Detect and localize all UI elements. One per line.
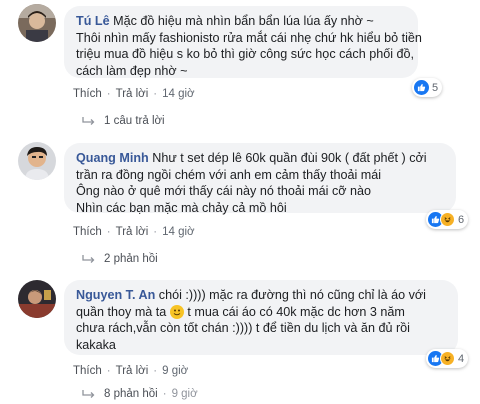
comment-text: quần thoy mà ta: [76, 304, 167, 319]
comment-bubble: Nguyen T. An chói :)))) mặc ra đường thì…: [64, 280, 458, 355]
comment-author[interactable]: Quang Minh: [76, 151, 149, 165]
comment-author[interactable]: Nguyen T. An: [76, 288, 155, 302]
comment-text: kakaka: [76, 337, 116, 352]
comment-text: trần ra đồng ngồi chém với anh em cảm th…: [76, 167, 382, 182]
view-replies-link[interactable]: 2 phản hồi: [82, 253, 158, 265]
comment-text: t mua cái áo có 40k mặc dc hơn 3 năm: [187, 304, 405, 319]
replies-count: 2 phản hồi: [104, 253, 158, 265]
view-replies-link[interactable]: 1 câu trả lời: [82, 115, 165, 127]
replies-timestamp: 9 giờ: [171, 388, 198, 400]
comment-text: Thôi nhìn mấy fashionisto rửa mắt cái nh…: [76, 30, 422, 45]
reaction-summary[interactable]: 5: [412, 78, 443, 97]
timestamp[interactable]: 14 giờ: [162, 226, 194, 238]
comment-author[interactable]: Tú Lê: [76, 14, 110, 28]
reaction-count: 5: [432, 81, 439, 94]
replies-count: 1 câu trả lời: [104, 115, 165, 127]
reply-link[interactable]: Trả lời: [116, 88, 149, 100]
comment-text: chưa rách,vẫn còn tốt chán :)))) t để ti…: [76, 321, 410, 335]
comment-text: triệu mua đồ hiệu s ko bỏ thì giờ công s…: [76, 47, 415, 61]
comment-bubble: Quang Minh Như t set dép lê 60k quần đùi…: [64, 143, 456, 215]
comment-actions: Thích · Trả lời · 14 giờ: [73, 226, 195, 238]
comment-actions: Thích · Trả lời · 14 giờ: [73, 88, 195, 100]
avatar[interactable]: [18, 142, 56, 180]
reaction-summary[interactable]: 6: [426, 210, 469, 229]
haha-icon: [440, 351, 455, 366]
reply-arrow-icon: [82, 390, 95, 398]
view-replies-link[interactable]: 8 phản hồi · 9 giờ: [82, 388, 198, 400]
user-photo-icon: [18, 4, 56, 42]
timestamp[interactable]: 9 giờ: [162, 365, 188, 377]
avatar[interactable]: [18, 280, 56, 318]
reply-arrow-icon: [82, 117, 95, 125]
comment-text: Ông nào ở quê mới thấy cái này nó thoải …: [76, 184, 372, 198]
user-photo-icon: [18, 280, 56, 318]
like-link[interactable]: Thích: [73, 88, 102, 100]
reaction-summary[interactable]: 4: [426, 349, 469, 368]
reaction-count: 4: [458, 352, 465, 365]
comment-text: Như t set dép lê 60k quần đùi 90k ( đất …: [152, 151, 427, 165]
comment-text: Nhìn các bạn mặc mà chảy cả mồ hôi: [76, 200, 287, 215]
comment-text: cách làm đẹp nhờ ~: [76, 63, 188, 78]
reply-arrow-icon: [82, 255, 95, 263]
avatar[interactable]: [18, 4, 56, 42]
comment-text: Mặc đồ hiệu mà nhìn bẩn bẩn lúa lúa ấy n…: [113, 14, 374, 28]
like-icon: [414, 80, 429, 95]
like-link[interactable]: Thích: [73, 365, 102, 377]
comment-text: chói :)))) mặc ra đường thì nó cũng chỉ …: [158, 288, 426, 302]
user-photo-icon: [18, 142, 56, 180]
like-link[interactable]: Thích: [73, 226, 102, 238]
reaction-count: 6: [458, 213, 465, 226]
comment-bubble: Tú Lê Mặc đồ hiệu mà nhìn bẩn bẩn lúa lú…: [64, 6, 422, 78]
replies-count: 8 phản hồi: [104, 388, 158, 400]
haha-icon: [440, 212, 455, 227]
timestamp[interactable]: 14 giờ: [162, 88, 194, 100]
reply-link[interactable]: Trả lời: [116, 226, 149, 238]
smile-emoji-icon: [169, 304, 184, 319]
reply-link[interactable]: Trả lời: [116, 365, 149, 377]
comment-actions: Thích · Trả lời · 9 giờ: [73, 365, 189, 377]
